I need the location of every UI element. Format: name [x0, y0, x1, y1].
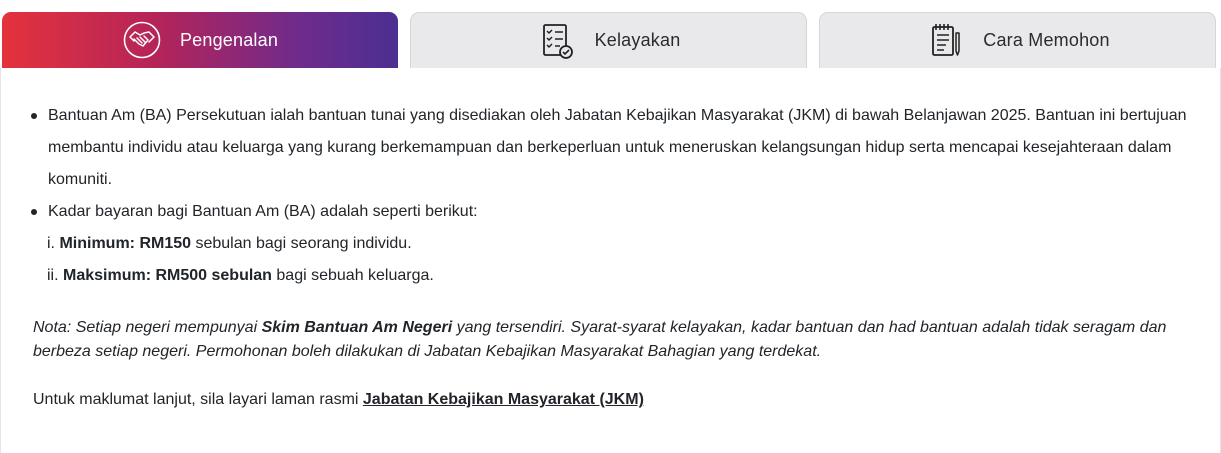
note-prefix: Nota: Setiap negeri mempunyai: [33, 319, 262, 336]
rate-intro-text: Kadar bayaran bagi Bantuan Am (BA) adala…: [48, 203, 478, 220]
note-text: Nota: Setiap negeri mempunyai Skim Bantu…: [33, 316, 1193, 364]
rate-maximum-desc: bagi sebuah keluarga.: [271, 267, 434, 284]
handshake-icon: [123, 21, 161, 59]
tab-label: Cara Memohon: [983, 30, 1110, 50]
rate-minimum-value: Minimum: RM150: [59, 235, 192, 252]
jkm-official-link[interactable]: Jabatan Kebajikan Masyarakat (JKM): [363, 391, 644, 408]
rate-minimum: i. Minimum: RM150 sebulan bagi seorang i…: [47, 228, 1188, 260]
rate-maximum: ii. Maksimum: RM500 sebulan bagi sebuah …: [47, 260, 1188, 292]
list-item: Bantuan Am (BA) Persekutuan ialah bantua…: [31, 100, 1188, 196]
tab-label: Pengenalan: [179, 29, 279, 50]
rate-maximum-value: Maksimum: RM500 sebulan: [63, 267, 272, 284]
tab-label: Kelayakan: [594, 30, 681, 50]
more-info-prefix: Untuk maklumat lanjut, sila layari laman…: [33, 391, 363, 408]
rate-prefix: i.: [47, 235, 60, 252]
rate-prefix: ii.: [47, 267, 63, 284]
note-scheme-name: Skim Bantuan Am Negeri: [261, 319, 453, 336]
rate-minimum-desc: sebulan bagi seorang individu.: [191, 235, 412, 252]
intro-text: Bantuan Am (BA) Persekutuan ialah bantua…: [48, 107, 1187, 188]
bullet-dot: [31, 113, 37, 119]
checklist-icon: [542, 23, 573, 59]
application-form-icon: [932, 23, 961, 56]
more-info-text: Untuk maklumat lanjut, sila layari laman…: [33, 388, 1193, 412]
info-list: Bantuan Am (BA) Persekutuan ialah bantua…: [31, 100, 1188, 292]
tab-pengenalan[interactable]: Pengenalan: [2, 12, 398, 68]
tab-bar: Pengenalan Kelayakan Cara Memohon: [0, 0, 1221, 68]
list-item: Kadar bayaran bagi Bantuan Am (BA) adala…: [31, 196, 1188, 292]
bullet-dot: [31, 209, 37, 215]
tab-kelayakan[interactable]: Kelayakan: [410, 12, 807, 68]
tab-cara-memohon[interactable]: Cara Memohon: [819, 12, 1216, 68]
